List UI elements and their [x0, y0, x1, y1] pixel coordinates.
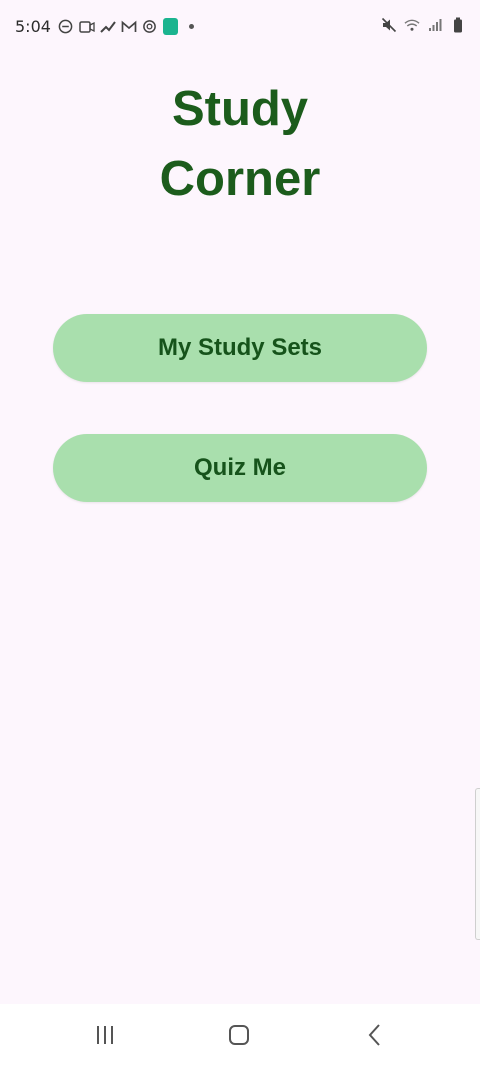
- status-left-group: 5:04: [15, 17, 194, 36]
- back-icon: [365, 1023, 385, 1052]
- title-line-2: Corner: [159, 152, 321, 206]
- gmail-icon: [121, 19, 137, 35]
- recents-button[interactable]: [90, 1022, 120, 1052]
- sync-icon: [142, 19, 158, 35]
- page-title: Study Corner: [0, 74, 480, 214]
- home-icon: [227, 1023, 251, 1052]
- back-button[interactable]: [360, 1022, 390, 1052]
- mute-icon: [381, 17, 397, 33]
- signal-bars-icon: [427, 17, 443, 33]
- status-bar: 5:04: [0, 0, 480, 54]
- status-time: 5:04: [15, 17, 51, 36]
- video-icon: [79, 19, 95, 35]
- battery-icon: [450, 17, 466, 33]
- title-line-1: Study: [171, 82, 309, 136]
- edge-panel-handle[interactable]: [475, 788, 480, 940]
- status-right-group: [381, 17, 466, 33]
- my-study-sets-button[interactable]: My Study Sets: [53, 314, 427, 382]
- signal-tool-icon: [100, 19, 116, 35]
- quiz-me-button[interactable]: Quiz Me: [53, 434, 427, 502]
- home-button[interactable]: [224, 1022, 254, 1052]
- app-badge-icon: [162, 18, 178, 35]
- recents-icon: [93, 1024, 117, 1051]
- wifi-icon: [404, 17, 420, 33]
- do-not-disturb-icon: [58, 19, 74, 35]
- dot-icon: [188, 24, 194, 29]
- navigation-bar: [0, 1004, 480, 1068]
